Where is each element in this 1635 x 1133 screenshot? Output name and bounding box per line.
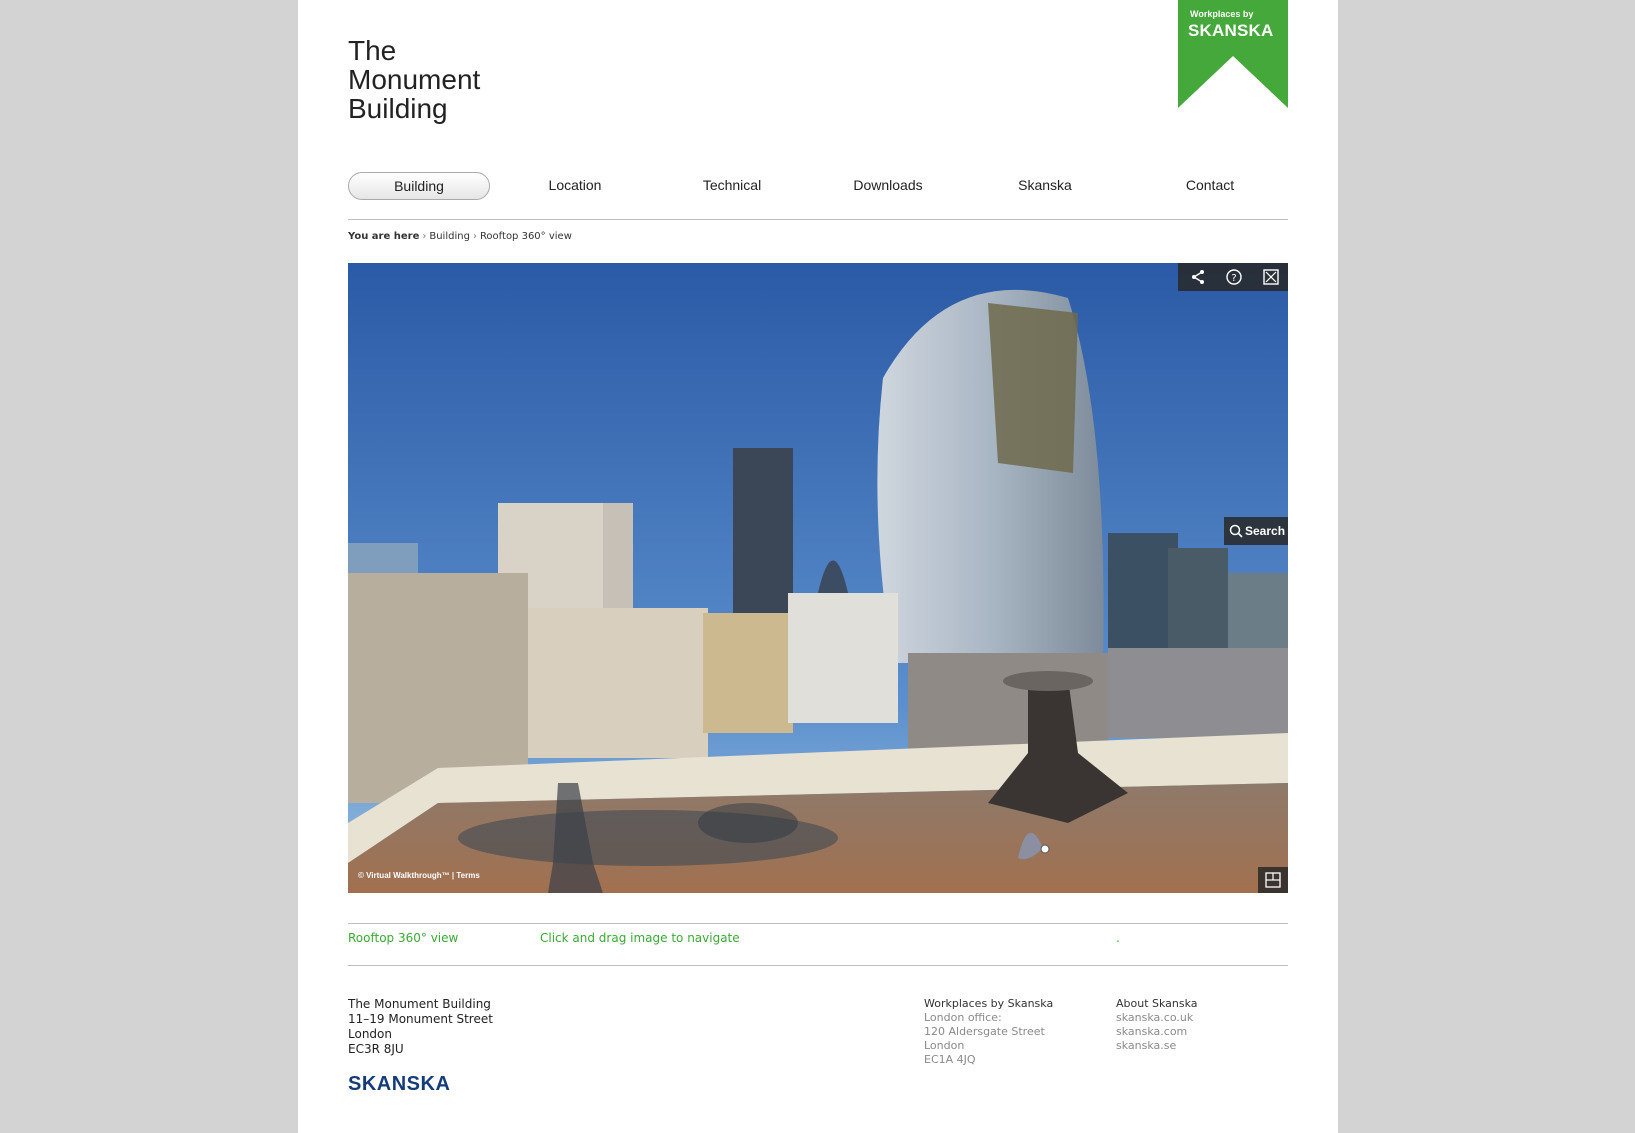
- address-line: EC3R 8JU: [348, 1042, 404, 1056]
- search-button-label: Search: [1245, 524, 1286, 538]
- footer-link-skanska-co-uk[interactable]: skanska.co.uk: [1116, 1011, 1198, 1025]
- main-nav: Building Location Technical Downloads Sk…: [348, 170, 1288, 202]
- breadcrumb-item-building[interactable]: Building: [429, 231, 470, 242]
- address-line: London: [348, 1027, 392, 1041]
- svg-text:?: ?: [1231, 273, 1236, 284]
- address-line: 11–19 Monument Street: [348, 1012, 493, 1026]
- caption-dot: .: [1116, 931, 1120, 945]
- nav-divider: [348, 219, 1288, 220]
- nav-technical[interactable]: Technical: [662, 172, 802, 198]
- search-icon: [1229, 524, 1243, 538]
- footer-about-heading: About Skanska: [1116, 997, 1198, 1010]
- nav-downloads[interactable]: Downloads: [818, 172, 958, 198]
- page: The Monument Building Workplaces by SKAN…: [298, 0, 1338, 1133]
- address-line: The Monument Building: [348, 997, 491, 1011]
- footer-about: About Skanska skanska.co.uk skanska.com …: [1116, 997, 1198, 1053]
- breadcrumb-item-current: Rooftop 360° view: [479, 231, 572, 242]
- floorplan-icon[interactable]: [1258, 867, 1288, 893]
- breadcrumb-prefix: You are here: [348, 231, 420, 242]
- footer-workplaces-line: London office:: [924, 1011, 1002, 1024]
- footer-link-skanska-se[interactable]: skanska.se: [1116, 1039, 1198, 1053]
- footer-workplaces-line: EC1A 4JQ: [924, 1053, 976, 1066]
- panorama-image[interactable]: [348, 263, 1288, 893]
- skanska-logo[interactable]: SKANSKA: [348, 1073, 450, 1096]
- panorama-viewer[interactable]: ? Search © Virtual Walkthrough™ | Terms: [348, 263, 1288, 893]
- site-title-line: The: [348, 35, 397, 66]
- caption-bottom-rule: [348, 965, 1288, 966]
- footer-workplaces-heading: Workplaces by Skanska: [924, 997, 1054, 1010]
- breadcrumb-separator: ›: [472, 231, 477, 242]
- viewer-toolbar: ?: [1178, 263, 1288, 291]
- site-title-line: Building: [348, 93, 448, 124]
- fullscreen-icon[interactable]: [1261, 267, 1281, 287]
- share-icon[interactable]: [1188, 267, 1208, 287]
- footer-workplaces-line: 120 Aldersgate Street: [924, 1025, 1045, 1038]
- breadcrumb-separator: ›: [422, 231, 427, 242]
- caption-instruction: Click and drag image to navigate: [540, 931, 740, 945]
- caption-bar: Rooftop 360° view Click and drag image t…: [348, 931, 1288, 953]
- caption-title: Rooftop 360° view: [348, 931, 459, 945]
- badge-big-text: SKANSKA: [1188, 21, 1274, 40]
- viewer-copyright[interactable]: © Virtual Walkthrough™ | Terms: [358, 871, 480, 880]
- breadcrumb: You are here › Building › Rooftop 360° view: [348, 231, 572, 242]
- caption-top-rule: [348, 923, 1288, 924]
- site-title[interactable]: The Monument Building: [348, 36, 480, 123]
- search-button[interactable]: Search: [1224, 517, 1288, 545]
- site-title-line: Monument: [348, 64, 481, 95]
- nav-building[interactable]: Building: [348, 172, 490, 200]
- footer-address: The Monument Building 11–19 Monument Str…: [348, 997, 493, 1057]
- badge-small-text: Workplaces by: [1190, 9, 1254, 19]
- nav-skanska[interactable]: Skanska: [975, 172, 1115, 198]
- nav-location[interactable]: Location: [505, 172, 645, 198]
- footer-workplaces-line: London: [924, 1039, 965, 1052]
- footer-workplaces: Workplaces by Skanska London office: 120…: [924, 997, 1053, 1067]
- help-icon[interactable]: ?: [1224, 267, 1244, 287]
- skanska-badge[interactable]: Workplaces by SKANSKA: [1178, 0, 1288, 108]
- nav-contact[interactable]: Contact: [1140, 172, 1280, 198]
- footer-link-skanska-com[interactable]: skanska.com: [1116, 1025, 1198, 1039]
